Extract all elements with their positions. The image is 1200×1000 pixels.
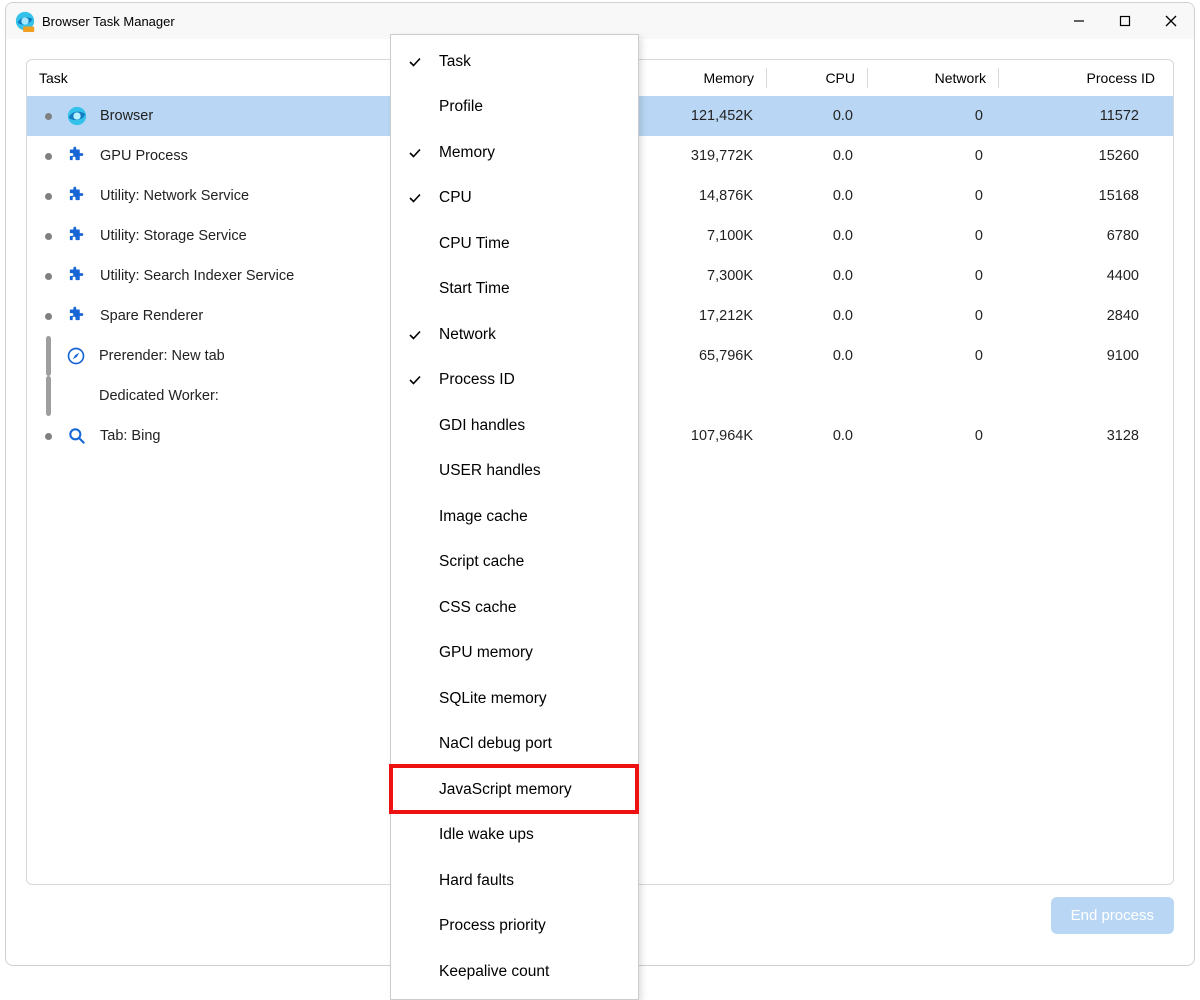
cell-cpu: 0.0	[765, 428, 865, 444]
cell-cpu: 0.0	[765, 348, 865, 364]
menu-item-idle-wake-ups[interactable]: Idle wake ups	[391, 813, 638, 859]
cell-memory: 7,300K	[635, 268, 765, 284]
cell-network: 0	[865, 148, 995, 164]
check-icon	[391, 190, 439, 206]
ext-icon	[66, 265, 88, 287]
cell-pid: 6780	[995, 228, 1163, 244]
cell-cpu: 0.0	[765, 268, 865, 284]
cell-cpu: 0.0	[765, 308, 865, 324]
status-dot	[45, 233, 52, 240]
end-process-button[interactable]: End process	[1051, 897, 1174, 934]
check-icon	[391, 372, 439, 388]
menu-item-script-cache[interactable]: Script cache	[391, 540, 638, 586]
cell-memory: 14,876K	[635, 188, 765, 204]
task-name: Tab: Bing	[100, 428, 160, 444]
check-icon	[391, 327, 439, 343]
status-dot	[45, 193, 52, 200]
menu-item-cpu[interactable]: CPU	[391, 176, 638, 222]
menu-item-start-time[interactable]: Start Time	[391, 267, 638, 313]
cell-network: 0	[865, 268, 995, 284]
cell-cpu: 0.0	[765, 148, 865, 164]
cell-memory: 7,100K	[635, 228, 765, 244]
check-icon	[391, 54, 439, 70]
col-process-id[interactable]: Process ID	[999, 60, 1167, 96]
close-button[interactable]	[1148, 3, 1194, 39]
cell-pid: 2840	[995, 308, 1163, 324]
col-cpu[interactable]: CPU	[767, 60, 867, 96]
cell-network: 0	[865, 308, 995, 324]
cell-network: 0	[865, 428, 995, 444]
status-dot	[45, 113, 52, 120]
menu-item-process-id[interactable]: Process ID	[391, 358, 638, 404]
menu-item-image-cache[interactable]: Image cache	[391, 494, 638, 540]
menu-item-sqlite-memory[interactable]: SQLite memory	[391, 676, 638, 722]
ext-icon	[66, 185, 88, 207]
task-name: Dedicated Worker:	[99, 388, 219, 404]
window-title: Browser Task Manager	[42, 14, 175, 29]
cell-memory: 121,452K	[635, 108, 765, 124]
cell-memory: 319,772K	[635, 148, 765, 164]
cell-pid: 15260	[995, 148, 1163, 164]
task-name: GPU Process	[100, 148, 188, 164]
cell-memory: 17,212K	[635, 308, 765, 324]
task-name: Utility: Storage Service	[100, 228, 247, 244]
cell-pid: 3128	[995, 428, 1163, 444]
app-icon	[14, 10, 36, 32]
menu-item-process-priority[interactable]: Process priority	[391, 904, 638, 950]
cell-cpu: 0.0	[765, 188, 865, 204]
menu-item-keepalive-count[interactable]: Keepalive count	[391, 949, 638, 995]
menu-item-profile[interactable]: Profile	[391, 85, 638, 131]
task-name: Prerender: New tab	[99, 348, 225, 364]
maximize-button[interactable]	[1102, 3, 1148, 39]
search-icon	[66, 425, 88, 447]
menu-item-memory[interactable]: Memory	[391, 130, 638, 176]
cell-memory: 65,796K	[635, 348, 765, 364]
menu-item-gdi-handles[interactable]: GDI handles	[391, 403, 638, 449]
cell-network: 0	[865, 348, 995, 364]
cell-pid: 11572	[995, 108, 1163, 124]
edge-icon	[66, 105, 88, 127]
menu-item-nacl-debug-port[interactable]: NaCl debug port	[391, 722, 638, 768]
cell-network: 0	[865, 188, 995, 204]
tree-line	[46, 376, 51, 416]
menu-item-hard-faults[interactable]: Hard faults	[391, 858, 638, 904]
cell-network: 0	[865, 108, 995, 124]
menu-item-cpu-time[interactable]: CPU Time	[391, 221, 638, 267]
menu-item-user-handles[interactable]: USER handles	[391, 449, 638, 495]
compass-icon	[65, 345, 87, 367]
menu-item-javascript-memory[interactable]: JavaScript memory	[391, 767, 638, 813]
cell-cpu: 0.0	[765, 228, 865, 244]
ext-icon	[66, 305, 88, 327]
tree-line	[46, 336, 51, 376]
menu-item-task[interactable]: Task	[391, 39, 638, 85]
menu-item-css-cache[interactable]: CSS cache	[391, 585, 638, 631]
cell-pid: 9100	[995, 348, 1163, 364]
column-context-menu: TaskProfileMemoryCPUCPU TimeStart TimeNe…	[390, 34, 639, 1000]
col-network[interactable]: Network	[868, 60, 998, 96]
cell-network: 0	[865, 228, 995, 244]
task-name: Browser	[100, 108, 153, 124]
task-manager-window: Browser Task Manager Task Memory CPU Net…	[5, 2, 1195, 966]
check-icon	[391, 145, 439, 161]
ext-icon	[66, 145, 88, 167]
task-name: Utility: Network Service	[100, 188, 249, 204]
ext-icon	[66, 225, 88, 247]
menu-item-network[interactable]: Network	[391, 312, 638, 358]
minimize-button[interactable]	[1056, 3, 1102, 39]
task-name: Utility: Search Indexer Service	[100, 268, 294, 284]
status-dot	[45, 433, 52, 440]
task-name: Spare Renderer	[100, 308, 203, 324]
cell-pid: 15168	[995, 188, 1163, 204]
col-memory[interactable]: Memory	[636, 60, 766, 96]
status-dot	[45, 153, 52, 160]
cell-memory: 107,964K	[635, 428, 765, 444]
status-dot	[45, 273, 52, 280]
cell-cpu: 0.0	[765, 108, 865, 124]
menu-item-gpu-memory[interactable]: GPU memory	[391, 631, 638, 677]
cell-pid: 4400	[995, 268, 1163, 284]
status-dot	[45, 313, 52, 320]
